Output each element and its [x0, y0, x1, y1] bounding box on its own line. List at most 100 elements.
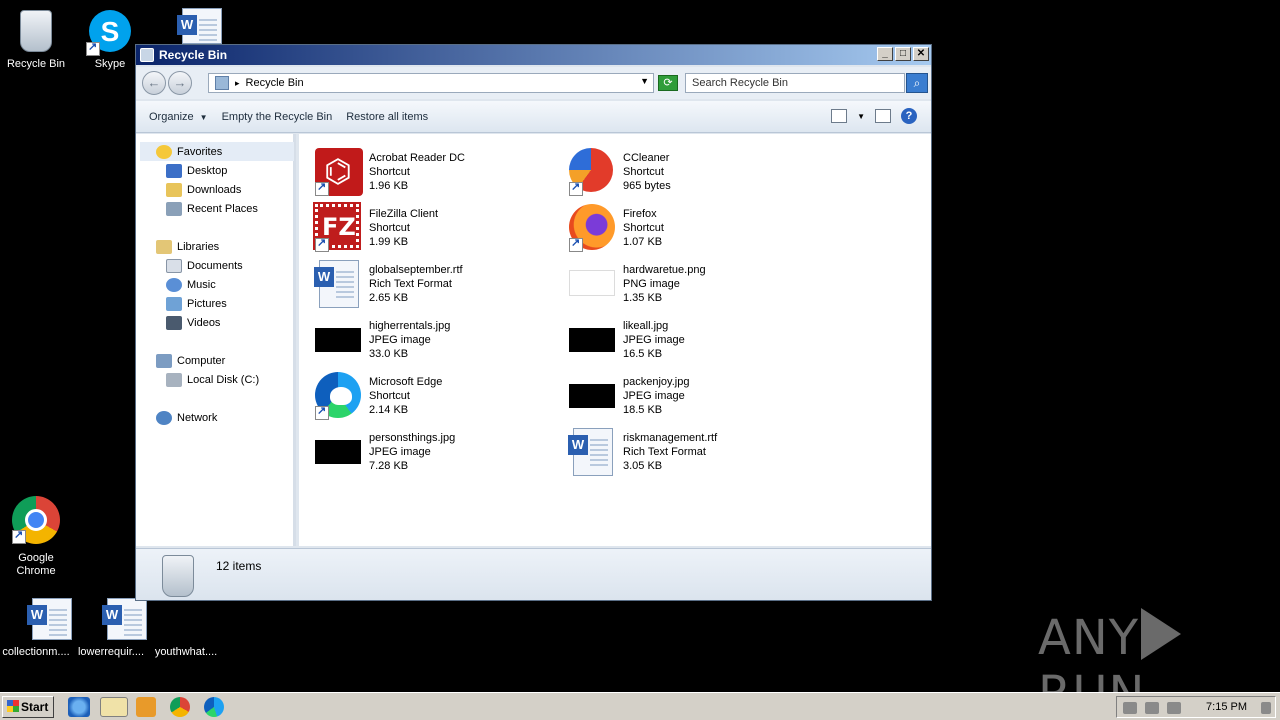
close-button[interactable]: ✕ — [913, 47, 929, 61]
file-type: Rich Text Format — [623, 446, 706, 458]
desktop-icon-chrome[interactable]: Google Chrome — [0, 496, 74, 578]
title-bar[interactable]: Recycle Bin _ □ ✕ — [136, 45, 931, 65]
file-name: personsthings.jpg — [369, 432, 456, 444]
network-icon — [156, 410, 172, 425]
shortcut-arrow-icon — [315, 404, 329, 420]
file-size: 965 bytes — [623, 180, 671, 192]
volume-icon[interactable] — [1123, 702, 1137, 714]
music-icon — [166, 277, 182, 292]
libraries-icon — [156, 239, 172, 254]
file-item[interactable]: Firefox Shortcut 1.07 KB — [553, 198, 803, 252]
file-type: JPEG image — [623, 334, 685, 346]
ie-icon[interactable] — [68, 697, 90, 717]
nav-music[interactable]: Music — [166, 275, 216, 294]
show-desktop-button[interactable] — [1261, 702, 1271, 714]
nav-desktop[interactable]: Desktop — [166, 161, 227, 180]
address-dropdown-icon[interactable]: ▼ — [640, 76, 649, 86]
maximize-button[interactable]: □ — [895, 47, 911, 61]
explorer-icon[interactable] — [100, 697, 128, 717]
desktop-icon-recycle-bin[interactable]: Recycle Bin — [0, 8, 74, 71]
file-size: 1.99 KB — [369, 236, 409, 248]
jpeg-thumbnail-icon — [569, 384, 615, 408]
file-item[interactable]: Acrobat Reader DC Shortcut 1.96 KB — [299, 142, 549, 196]
file-item[interactable]: personsthings.jpg JPEG image 7.28 KB — [299, 422, 549, 474]
help-icon[interactable]: ? — [901, 108, 917, 124]
shortcut-arrow-icon — [315, 180, 329, 196]
organize-button[interactable]: Organize ▼ — [142, 107, 215, 127]
file-type: Rich Text Format — [369, 278, 452, 290]
file-type: Shortcut — [369, 222, 410, 234]
jpeg-thumbnail-icon — [569, 328, 615, 352]
shortcut-arrow-icon — [569, 236, 583, 252]
file-item[interactable]: higherrentals.jpg JPEG image 33.0 KB — [299, 310, 549, 362]
recycle-bin-icon — [215, 76, 229, 90]
chrome-icon — [12, 496, 60, 544]
file-item[interactable]: likeall.jpg JPEG image 16.5 KB — [553, 310, 803, 362]
file-item[interactable]: riskmanagement.rtf Rich Text Format 3.05 K… — [553, 422, 803, 476]
recycle-bin-icon — [158, 555, 198, 597]
restore-all-button[interactable]: Restore all items — [339, 107, 435, 127]
file-type: PNG image — [623, 278, 680, 290]
file-name: Microsoft Edge — [369, 376, 443, 388]
chevron-down-icon[interactable]: ▼ — [857, 112, 865, 121]
nav-libraries[interactable]: Libraries — [156, 237, 219, 256]
clock[interactable]: 7:15 PM — [1206, 701, 1247, 713]
media-player-icon[interactable] — [136, 697, 156, 717]
file-item[interactable]: packenjoy.jpg JPEG image 18.5 KB — [553, 366, 803, 418]
computer-icon — [156, 353, 172, 368]
file-size: 2.65 KB — [369, 292, 409, 304]
edge-icon[interactable] — [204, 697, 224, 717]
file-item[interactable]: hardwaretue.png PNG image 1.35 KB — [553, 254, 803, 306]
flag-icon[interactable] — [1167, 702, 1181, 714]
back-button[interactable]: ← — [142, 71, 166, 95]
file-type: JPEG image — [369, 334, 431, 346]
file-size: 1.96 KB — [369, 180, 409, 192]
address-box[interactable]: ▸ Recycle Bin ▼ — [208, 73, 654, 93]
item-count: 12 items — [216, 559, 262, 573]
downloads-folder-icon — [166, 182, 182, 197]
file-item[interactable]: CCleaner Shortcut 965 bytes — [553, 142, 803, 196]
desktop-icon-lowerrequir[interactable]: lowerrequir.... — [73, 596, 149, 659]
anyrun-watermark: ANYRUN — [1038, 608, 1238, 720]
file-name: packenjoy.jpg — [623, 376, 690, 388]
desktop-icon-label: collectionm.... — [2, 646, 70, 658]
jpeg-thumbnail-icon — [315, 328, 361, 352]
nav-pictures[interactable]: Pictures — [166, 294, 227, 313]
network-tray-icon[interactable] — [1145, 702, 1159, 714]
start-button[interactable]: Start — [2, 696, 54, 718]
nav-videos[interactable]: Videos — [166, 313, 220, 332]
file-type: JPEG image — [623, 390, 685, 402]
nav-network[interactable]: Network — [156, 408, 217, 427]
chrome-icon[interactable] — [170, 697, 190, 717]
chevron-right-icon[interactable]: ▸ — [235, 78, 240, 89]
nav-downloads[interactable]: Downloads — [166, 180, 241, 199]
navigation-pane: Favorites Desktop Downloads Recent Place… — [136, 134, 296, 546]
desktop-folder-icon — [166, 163, 182, 178]
file-size: 16.5 KB — [623, 348, 663, 360]
view-options-icon[interactable] — [831, 109, 848, 123]
desktop-icon-collection[interactable]: collectionm.... — [0, 596, 74, 659]
play-logo-icon — [1141, 608, 1182, 660]
desktop-icon-youthwhat[interactable]: youthwhat.... — [148, 596, 224, 659]
shortcut-arrow-icon — [86, 40, 100, 56]
minimize-button[interactable]: _ — [877, 47, 893, 61]
file-item[interactable]: Microsoft Edge Shortcut 2.14 KB — [299, 366, 549, 420]
search-input[interactable]: Search Recycle Bin — [685, 73, 905, 93]
preview-pane-icon[interactable] — [875, 109, 891, 123]
file-size: 1.35 KB — [623, 292, 663, 304]
file-item[interactable]: globalseptember.rtf Rich Text Format 2.65 … — [299, 254, 549, 308]
nav-local-disk[interactable]: Local Disk (C:) — [166, 370, 259, 389]
recycle-bin-icon — [140, 48, 154, 62]
nav-favorites[interactable]: Favorites — [140, 142, 294, 161]
nav-recent-places[interactable]: Recent Places — [166, 199, 258, 218]
file-name: likeall.jpg — [623, 320, 669, 332]
refresh-button[interactable]: ⟳ — [658, 75, 678, 91]
search-icon[interactable]: ⌕ — [906, 73, 928, 93]
nav-documents[interactable]: Documents — [166, 256, 243, 275]
file-item[interactable]: FileZilla Client Shortcut 1.99 KB — [299, 198, 549, 252]
file-type: Shortcut — [623, 166, 664, 178]
forward-button[interactable]: → — [168, 71, 192, 95]
empty-recycle-bin-button[interactable]: Empty the Recycle Bin — [215, 107, 340, 127]
nav-computer[interactable]: Computer — [156, 351, 225, 370]
recycle-bin-window: Recycle Bin _ □ ✕ ← → ▸ Recycle Bin ▼ ⟳ … — [135, 44, 932, 601]
